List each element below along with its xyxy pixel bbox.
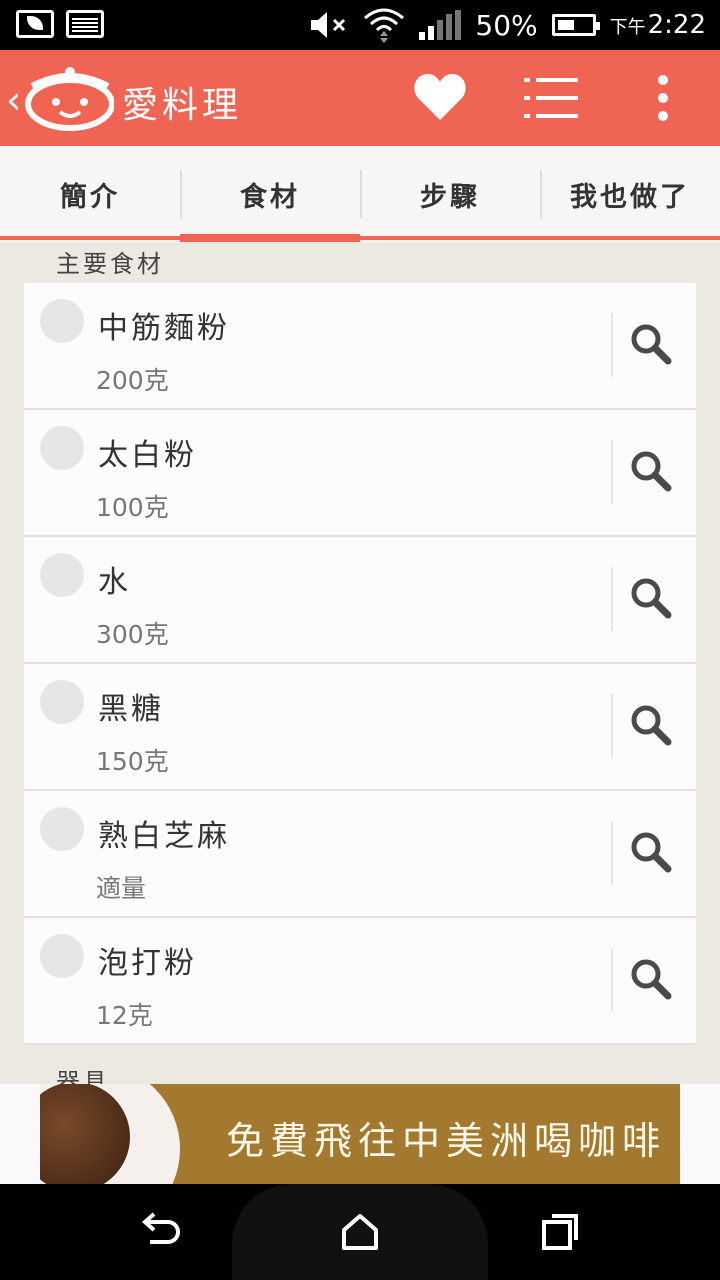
app-bar: ‹ 愛料理 xyxy=(0,50,720,146)
list-item: 水 300克 xyxy=(24,537,696,664)
ad-content[interactable]: 免費飛往中美洲喝咖啡 xyxy=(40,1084,680,1184)
ad-text: 免費飛往中美洲喝咖啡 xyxy=(226,1119,667,1163)
tab-ingredients[interactable]: 食材 xyxy=(180,146,360,242)
tab-i-made-it[interactable]: 我也做了 xyxy=(540,146,720,242)
ad-banner[interactable]: 免費飛往中美洲喝咖啡 xyxy=(0,1084,720,1184)
ingredient-name: 水 xyxy=(98,565,131,600)
status-bar: 50% 下午2:22 xyxy=(0,0,720,50)
clock: 下午2:22 xyxy=(609,10,706,40)
ingredient-name: 泡打粉 xyxy=(98,946,197,981)
row-divider xyxy=(611,694,613,758)
row-divider xyxy=(611,440,613,504)
ingredient-name: 中筋麵粉 xyxy=(98,311,230,346)
main-ingredients-heading: 主要食材 xyxy=(56,250,164,278)
system-nav-bar xyxy=(0,1184,720,1280)
tab-intro[interactable]: 簡介 xyxy=(0,146,180,242)
list-item: 泡打粉 12克 xyxy=(24,918,696,1045)
home-nav-icon[interactable] xyxy=(336,1208,384,1256)
ingredient-name: 太白粉 xyxy=(98,438,197,473)
row-divider xyxy=(611,948,613,1012)
favorite-heart-icon[interactable] xyxy=(412,72,468,124)
ingredient-quantity: 150克 xyxy=(96,747,169,776)
list-item: 熟白芝麻 適量 xyxy=(24,791,696,918)
cup-handle-image xyxy=(130,1124,170,1140)
ingredient-quantity: 100克 xyxy=(96,493,169,522)
wifi-icon xyxy=(364,8,405,43)
ingredient-checkbox[interactable] xyxy=(40,934,84,978)
battery-percent: 50% xyxy=(475,8,538,42)
mute-icon xyxy=(311,12,346,38)
search-icon[interactable] xyxy=(628,956,674,1002)
ingredient-quantity: 適量 xyxy=(96,874,147,903)
back-nav-icon[interactable] xyxy=(136,1208,184,1256)
ingredient-checkbox[interactable] xyxy=(40,553,84,597)
ingredient-name: 熟白芝麻 xyxy=(98,819,230,854)
search-icon[interactable] xyxy=(628,702,674,748)
ingredient-checkbox[interactable] xyxy=(40,426,84,470)
ingredient-quantity: 200克 xyxy=(96,366,169,395)
ingredient-quantity: 12克 xyxy=(96,1001,153,1030)
search-icon[interactable] xyxy=(628,448,674,494)
app-title: 愛料理 xyxy=(122,85,243,126)
search-icon[interactable] xyxy=(628,829,674,875)
list-menu-icon[interactable] xyxy=(524,74,580,122)
list-item: 中筋麵粉 200克 xyxy=(24,283,696,410)
search-icon[interactable] xyxy=(628,575,674,621)
tab-bar: 簡介 食材 步驟 我也做了 xyxy=(0,146,720,242)
search-icon[interactable] xyxy=(628,321,674,367)
tab-steps[interactable]: 步驟 xyxy=(360,146,540,242)
overflow-menu-icon[interactable] xyxy=(644,74,682,122)
app-logo[interactable] xyxy=(22,64,114,132)
list-item: 黑糖 150克 xyxy=(24,664,696,791)
ingredient-quantity: 300克 xyxy=(96,620,169,649)
battery-charging-icon xyxy=(551,14,600,36)
ingredient-name: 黑糖 xyxy=(98,692,164,727)
ingredient-checkbox[interactable] xyxy=(40,807,84,851)
ingredient-checkbox[interactable] xyxy=(40,680,84,724)
signal-icon xyxy=(419,10,462,40)
ingredient-checkbox[interactable] xyxy=(40,299,84,343)
row-divider xyxy=(611,313,613,377)
leaf-notification-icon xyxy=(16,10,54,38)
tabs-underline xyxy=(0,236,720,240)
row-divider xyxy=(611,567,613,631)
ingredient-list: 中筋麵粉 200克 太白粉 100克 水 300克 黑糖 150克 熟白芝麻 適… xyxy=(24,283,696,1045)
recents-nav-icon[interactable] xyxy=(536,1208,584,1256)
image-notification-icon xyxy=(66,10,104,38)
back-icon[interactable]: ‹ xyxy=(6,78,21,122)
list-item: 太白粉 100克 xyxy=(24,410,696,537)
row-divider xyxy=(611,821,613,885)
